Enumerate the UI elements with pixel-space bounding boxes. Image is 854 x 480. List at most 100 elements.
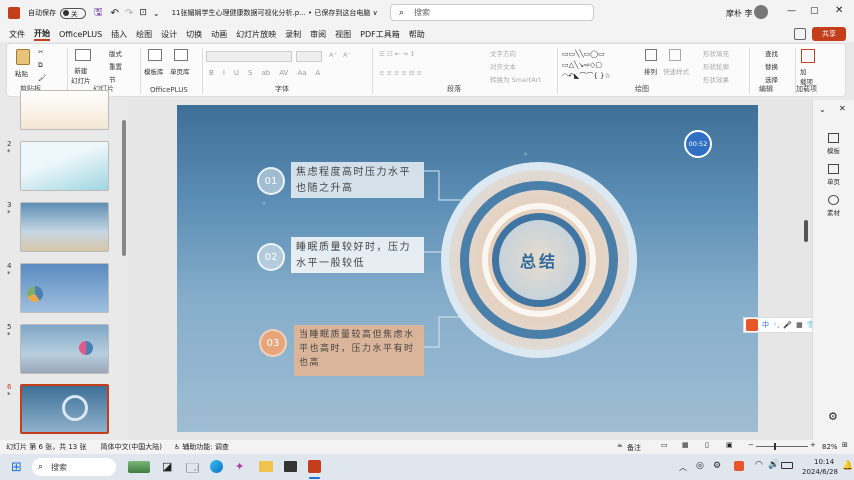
single-page-icon[interactable] <box>174 49 188 61</box>
font-format-button[interactable]: U <box>234 69 239 77</box>
zoom-in-icon[interactable]: + <box>810 441 816 449</box>
grow-font-icon[interactable]: A⁺ <box>329 51 337 59</box>
template-icon[interactable] <box>148 49 162 61</box>
arrange-icon[interactable] <box>645 49 657 61</box>
thumbnail-slide-3[interactable] <box>20 202 109 252</box>
align-text-button[interactable]: 对齐文本 <box>490 61 516 71</box>
shape-effects-button[interactable]: 形状效果 <box>703 74 729 84</box>
taskbar-search[interactable]: ⌕ 搜索 <box>32 458 116 476</box>
material-pane-icon[interactable] <box>828 195 839 205</box>
present-icon[interactable]: ⊡ <box>139 8 147 18</box>
shapes-gallery[interactable]: ▭▭╲╲▭◯▭ ▭△╲↘⇨◇▢ ◠↶◣⌒⌒{ }☆ <box>562 49 634 83</box>
file-explorer-folder-icon[interactable]: 🗔 <box>186 459 199 480</box>
item-text-box[interactable]: 睡眠质量较好时，压力水平一般较低 <box>291 237 424 273</box>
clock-date[interactable]: 2024/6/28 <box>802 468 838 476</box>
shrink-font-icon[interactable]: A⁻ <box>343 51 351 59</box>
menu-tab[interactable]: 幻灯片放映 <box>236 29 276 40</box>
text-direction-button[interactable]: 文字方向 <box>490 48 516 58</box>
align-icons[interactable]: ≡ ≡ ≡ ≡ ⊟ ≡ <box>379 69 422 77</box>
save-icon[interactable]: 🖫 <box>94 5 103 22</box>
font-format-button[interactable]: Aa <box>297 69 306 77</box>
zoom-out-icon[interactable]: − <box>748 441 754 449</box>
search-box[interactable]: ⌕ 搜索 <box>390 4 594 21</box>
terminal-icon[interactable] <box>284 461 297 472</box>
customize-icon[interactable]: ⌄ <box>153 9 160 18</box>
menu-tab[interactable]: 审阅 <box>310 29 326 40</box>
menu-tab[interactable]: PDF工具箱 <box>360 29 400 40</box>
arrange-label[interactable]: 排列 <box>644 66 657 76</box>
menu-tab[interactable]: 文件 <box>9 29 25 40</box>
zoom-slider[interactable] <box>756 443 808 450</box>
ime-punct-icon[interactable]: ◦, <box>773 321 779 329</box>
language[interactable]: 简体中文(中国大陆) <box>101 442 162 452</box>
font-format-button[interactable]: I <box>223 69 225 77</box>
thumbnail-scrollbar[interactable] <box>122 120 126 256</box>
menu-tab[interactable]: 动画 <box>211 29 227 40</box>
wifi-icon[interactable]: ◠ <box>755 460 763 470</box>
menu-tab[interactable]: 插入 <box>111 29 127 40</box>
powerpoint-taskbar-icon[interactable] <box>308 460 321 473</box>
menu-tab[interactable]: 设计 <box>161 29 177 40</box>
font-family-select[interactable] <box>206 51 292 62</box>
quick-styles-label[interactable]: 快速样式 <box>663 66 689 76</box>
widgets-icon[interactable] <box>128 461 150 473</box>
select-button[interactable]: 选择 <box>765 74 778 84</box>
replace-button[interactable]: 替换 <box>765 61 778 71</box>
reset-button[interactable]: 重置 <box>109 61 122 71</box>
settings-gear-icon[interactable]: ⚙ <box>828 410 838 423</box>
notes-icon[interactable]: ≐ <box>617 442 623 450</box>
font-format-button[interactable]: AV <box>279 69 288 77</box>
item-text-box[interactable]: 当睡眠质量较高但焦虑水平也高时，压力水平有时也高 <box>294 325 424 376</box>
thumbnail-1-partial[interactable] <box>20 90 109 130</box>
tray-app-icon[interactable]: ◎ <box>696 461 704 471</box>
accessibility-status[interactable]: 辅助功能: 调查 <box>182 442 229 452</box>
template-pane-label[interactable]: 模板 <box>827 145 840 155</box>
tray-expand-icon[interactable]: ︿ <box>679 462 687 473</box>
comment-button[interactable] <box>794 28 806 40</box>
undo-icon[interactable]: ↶ <box>111 8 119 19</box>
zoom-slider-thumb[interactable] <box>774 443 776 450</box>
tray-ime-icon[interactable] <box>734 461 744 471</box>
notification-icon[interactable]: 🔔 <box>842 461 853 471</box>
template-pane-icon[interactable] <box>828 133 839 143</box>
copy-icon[interactable]: ⧉ <box>38 61 43 70</box>
section-button[interactable]: 节 <box>109 74 116 84</box>
user-name[interactable]: 摩朴 李 <box>726 8 753 19</box>
redo-icon[interactable]: ↷ <box>125 8 133 19</box>
folder-icon[interactable] <box>259 461 273 472</box>
slide[interactable]: 00:52 总结 01 焦虑程度高时压力水平也随之升高 02 睡眠质量较好时，压… <box>177 105 758 432</box>
item-text-box[interactable]: 焦虑程度高时压力水平也随之升高 <box>291 162 424 198</box>
volume-icon[interactable]: 🔊 <box>768 460 779 470</box>
fit-window-icon[interactable]: ⊞ <box>842 441 848 449</box>
menu-tab[interactable]: 视图 <box>335 29 351 40</box>
single-page-label[interactable]: 单页库 <box>170 66 190 76</box>
font-format-button[interactable]: S <box>248 69 252 77</box>
shape-fill-button[interactable]: 形状填充 <box>703 48 729 58</box>
menu-tab[interactable]: 帮助 <box>409 29 425 40</box>
find-button[interactable]: 查找 <box>765 48 778 58</box>
ime-voice-icon[interactable]: 🎤 <box>783 321 792 329</box>
thumbnail-slide-2[interactable] <box>20 141 109 191</box>
font-format-button[interactable]: ab <box>261 69 270 77</box>
menu-tab[interactable]: 录制 <box>285 29 301 40</box>
paste-icon[interactable] <box>16 49 30 65</box>
battery-icon[interactable] <box>781 462 793 469</box>
close-icon[interactable]: ✕ <box>835 5 843 16</box>
tray-settings-icon[interactable]: ⚙ <box>713 461 721 471</box>
thumbnail-slide-5[interactable] <box>20 324 109 374</box>
reading-view-icon[interactable]: ▯ <box>705 441 709 449</box>
format-painter-icon[interactable]: 🖌 <box>38 74 46 82</box>
smartart-button[interactable]: 转换为 SmartArt <box>490 74 541 84</box>
edge-icon[interactable] <box>210 460 223 473</box>
avatar[interactable] <box>754 5 768 19</box>
autosave-toggle[interactable]: 关 <box>60 7 86 19</box>
shape-outline-button[interactable]: 形状轮廓 <box>703 61 729 71</box>
bullets-icon[interactable]: ☰ ☷ ⇤ ⇥ ↕ <box>379 50 415 58</box>
chat-icon[interactable]: ◪ <box>162 460 172 473</box>
layout-button[interactable]: 版式 <box>109 48 122 58</box>
font-format-button[interactable]: B <box>209 69 214 77</box>
new-slide-icon[interactable] <box>75 49 91 61</box>
canvas-scrollbar[interactable] <box>804 220 808 242</box>
font-format-button[interactable]: A <box>315 69 320 77</box>
single-pane-icon[interactable] <box>828 164 839 174</box>
